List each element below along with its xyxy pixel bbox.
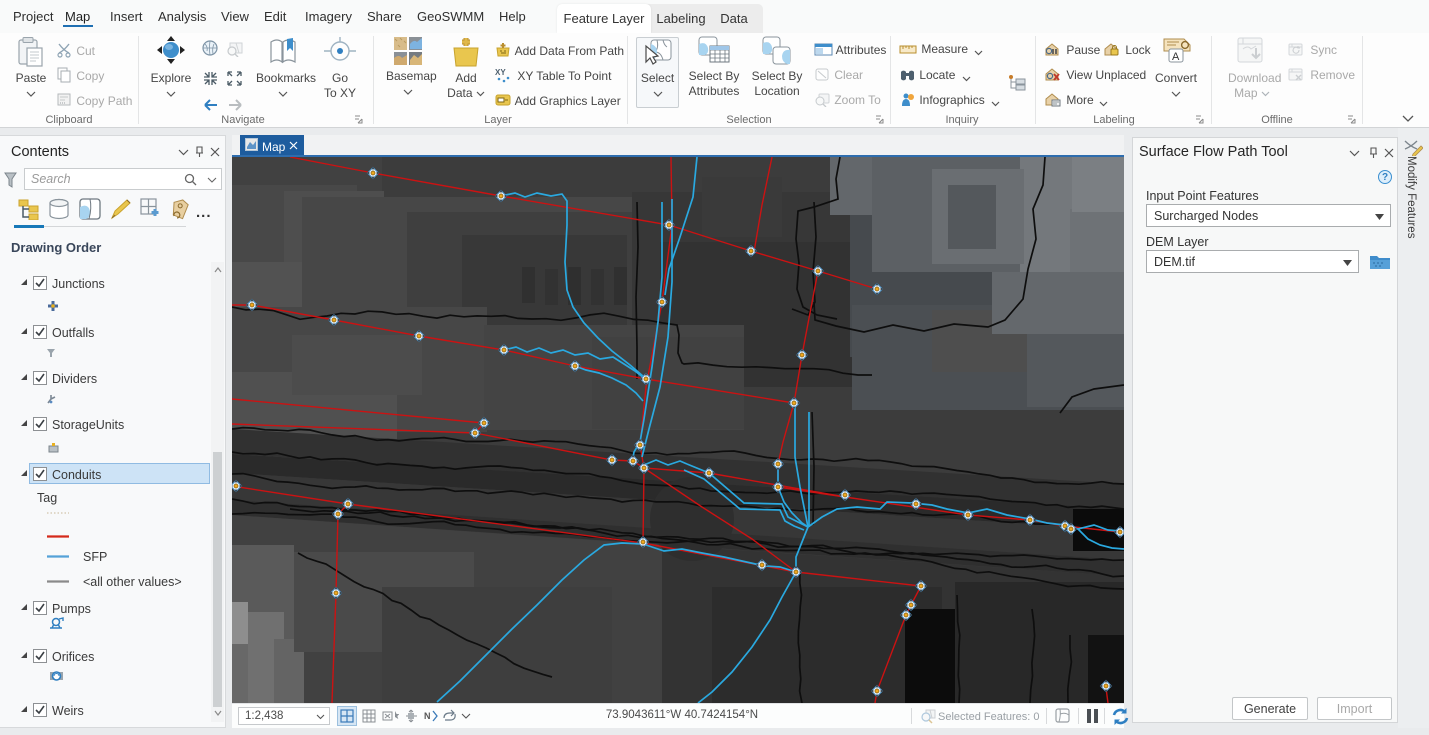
svg-text:N: N [424,711,431,721]
svg-text:A: A [1172,51,1180,63]
svg-text:XY: XY [495,68,506,77]
